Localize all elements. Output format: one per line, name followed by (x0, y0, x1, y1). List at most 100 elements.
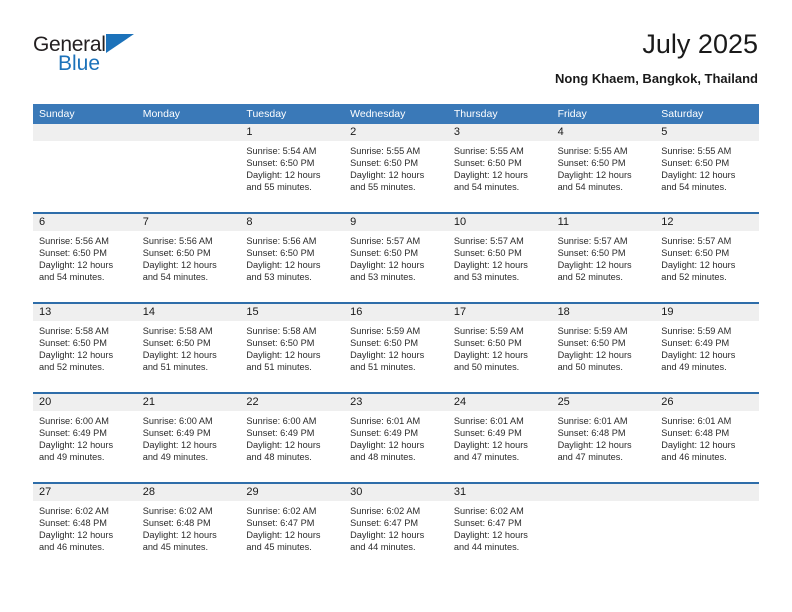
day-cell[interactable]: 22 Sunrise: 6:00 AM Sunset: 6:49 PM Dayligh… (240, 394, 345, 482)
day-number: 19 (661, 306, 674, 318)
day-cell[interactable]: 24 Sunrise: 6:01 AM Sunset: 6:49 PM Dayligh… (447, 394, 552, 482)
day-cell[interactable]: 21 Sunrise: 6:00 AM Sunset: 6:49 PM Dayligh… (136, 394, 241, 482)
day-info-line: Sunrise: 6:02 AM (246, 506, 317, 516)
day-sun-info: Sunrise: 6:00 AM Sunset: 6:49 PM Daylight:… (137, 411, 241, 463)
day-info-line: Sunset: 6:50 PM (557, 158, 626, 169)
day-sun-info: Sunrise: 5:58 AM Sunset: 6:50 PM Daylight:… (137, 321, 241, 373)
day-info-line: Sunset: 6:50 PM (246, 158, 315, 169)
day-info-line: Sunset: 6:49 PM (142, 428, 211, 439)
day-info-line: and 54 minutes. (142, 272, 209, 283)
day-number-band: 26 (655, 394, 759, 411)
day-number-band: 23 (344, 394, 448, 411)
day-info-line: Daylight: 12 hours (557, 170, 632, 181)
day-info-line: Daylight: 12 hours (661, 440, 736, 451)
day-info-line: Sunset: 6:47 PM (453, 518, 522, 529)
day-number: 16 (350, 306, 363, 318)
weekday-header-tuesday: Tuesday (246, 108, 287, 120)
calendar-page: General Blue July 2025 Nong Khaem, Bangk… (0, 0, 792, 612)
day-number: 21 (142, 396, 155, 408)
day-cell-empty (136, 124, 241, 212)
day-number: 20 (39, 396, 52, 408)
day-cell[interactable]: 5 Sunrise: 5:55 AM Sunset: 6:50 PM Daylight… (655, 124, 759, 212)
day-cell[interactable]: 11 Sunrise: 5:57 AM Sunset: 6:50 PM Dayligh… (551, 214, 656, 302)
day-cell[interactable]: 26 Sunrise: 6:01 AM Sunset: 6:48 PM Dayligh… (655, 394, 759, 482)
day-number-band: 30 (344, 484, 448, 501)
day-info-line: Daylight: 12 hours (142, 350, 217, 361)
day-cell[interactable]: 18 Sunrise: 5:59 AM Sunset: 6:50 PM Dayligh… (551, 304, 656, 392)
day-number: 6 (39, 216, 46, 228)
day-cell[interactable]: 31 Sunrise: 6:02 AM Sunset: 6:47 PM Dayligh… (447, 484, 552, 572)
day-cell[interactable]: 1 Sunrise: 5:54 AM Sunset: 6:50 PM Daylight… (240, 124, 345, 212)
calendar-week-row: 6 Sunrise: 5:56 AM Sunset: 6:50 PM Daylight… (33, 214, 759, 302)
day-number-band: 31 (447, 484, 552, 501)
day-number: 3 (453, 126, 460, 138)
day-info-line: Sunrise: 5:55 AM (661, 146, 732, 156)
day-cell[interactable]: 14 Sunrise: 5:58 AM Sunset: 6:50 PM Dayligh… (136, 304, 241, 392)
day-cell[interactable]: 23 Sunrise: 6:01 AM Sunset: 6:49 PM Dayligh… (344, 394, 448, 482)
day-info-line: Sunset: 6:47 PM (350, 518, 419, 529)
day-info-line: Sunrise: 5:58 AM (142, 326, 213, 336)
day-cell[interactable]: 13 Sunrise: 5:58 AM Sunset: 6:50 PM Dayligh… (33, 304, 137, 392)
day-number: 28 (142, 486, 155, 498)
calendar-week-row: 13 Sunrise: 5:58 AM Sunset: 6:50 PM Dayligh… (33, 304, 759, 392)
day-info-line: Daylight: 12 hours (246, 440, 321, 451)
day-number: 9 (350, 216, 357, 228)
day-info-line: Daylight: 12 hours (350, 170, 425, 181)
day-info-line: and 50 minutes. (557, 362, 623, 373)
day-cell[interactable]: 10 Sunrise: 5:57 AM Sunset: 6:50 PM Dayligh… (447, 214, 552, 302)
day-cell[interactable]: 30 Sunrise: 6:02 AM Sunset: 6:47 PM Dayligh… (344, 484, 448, 572)
day-number-band: 12 (655, 214, 759, 231)
day-cell[interactable]: 2 Sunrise: 5:55 AM Sunset: 6:50 PM Daylight… (344, 124, 448, 212)
day-info-line: Sunrise: 5:59 AM (350, 326, 421, 336)
calendar-week-row: 20 Sunrise: 6:00 AM Sunset: 6:49 PM Dayligh… (33, 394, 759, 482)
day-number: 4 (557, 126, 564, 138)
day-cell[interactable]: 17 Sunrise: 5:59 AM Sunset: 6:50 PM Dayligh… (447, 304, 552, 392)
day-sun-info: Sunrise: 5:56 AM Sunset: 6:50 PM Daylight:… (240, 231, 344, 283)
triangle-icon (105, 34, 134, 53)
day-cell[interactable]: 29 Sunrise: 6:02 AM Sunset: 6:47 PM Dayligh… (240, 484, 345, 572)
day-cell[interactable]: 12 Sunrise: 5:57 AM Sunset: 6:50 PM Dayligh… (655, 214, 759, 302)
day-cell[interactable]: 20 Sunrise: 6:00 AM Sunset: 6:49 PM Dayligh… (33, 394, 137, 482)
day-info-line: Sunrise: 6:00 AM (39, 416, 109, 426)
day-number-band (33, 124, 137, 141)
calendar-week: 13 Sunrise: 5:58 AM Sunset: 6:50 PM Dayligh… (33, 302, 759, 392)
day-info-line: Sunset: 6:50 PM (39, 338, 107, 349)
day-info-line: Sunset: 6:49 PM (350, 428, 419, 439)
day-number: 12 (661, 216, 674, 228)
day-number-band: 29 (240, 484, 345, 501)
day-cell[interactable]: 8 Sunrise: 5:56 AM Sunset: 6:50 PM Daylight… (240, 214, 345, 302)
day-number: 5 (661, 126, 668, 138)
day-number-band: 6 (33, 214, 137, 231)
day-info-line: Daylight: 12 hours (453, 440, 528, 451)
day-sun-info: Sunrise: 6:01 AM Sunset: 6:49 PM Daylight:… (448, 411, 552, 463)
day-info-line: Daylight: 12 hours (39, 350, 114, 361)
day-cell[interactable]: 25 Sunrise: 6:01 AM Sunset: 6:48 PM Dayligh… (551, 394, 656, 482)
day-info-line: Sunset: 6:50 PM (350, 338, 419, 349)
day-info-line: Sunset: 6:50 PM (350, 248, 419, 259)
day-info-line: Daylight: 12 hours (557, 350, 632, 361)
day-info-line: Daylight: 12 hours (557, 260, 632, 271)
day-cell[interactable]: 28 Sunrise: 6:02 AM Sunset: 6:48 PM Dayligh… (136, 484, 241, 572)
day-cell[interactable]: 9 Sunrise: 5:57 AM Sunset: 6:50 PM Daylight… (344, 214, 448, 302)
title-block: July 2025 Nong Khaem, Bangkok, Thailand (555, 28, 758, 88)
day-info-line: Sunset: 6:49 PM (661, 338, 730, 349)
day-cell[interactable]: 16 Sunrise: 5:59 AM Sunset: 6:50 PM Dayligh… (344, 304, 448, 392)
day-info-line: Daylight: 12 hours (557, 440, 632, 451)
day-info-line: Daylight: 12 hours (142, 530, 217, 541)
day-info-line: Daylight: 12 hours (246, 170, 321, 181)
day-cell[interactable]: 19 Sunrise: 5:59 AM Sunset: 6:49 PM Dayligh… (655, 304, 759, 392)
day-cell[interactable]: 3 Sunrise: 5:55 AM Sunset: 6:50 PM Daylight… (447, 124, 552, 212)
day-cell[interactable]: 27 Sunrise: 6:02 AM Sunset: 6:48 PM Dayligh… (33, 484, 137, 572)
day-cell[interactable]: 4 Sunrise: 5:55 AM Sunset: 6:50 PM Daylight… (551, 124, 656, 212)
day-cell[interactable]: 7 Sunrise: 5:56 AM Sunset: 6:50 PM Daylight… (136, 214, 241, 302)
day-info-line: Daylight: 12 hours (142, 260, 217, 271)
day-info-line: and 54 minutes. (661, 182, 727, 193)
page-title: July 2025 (642, 29, 758, 59)
day-cell[interactable]: 6 Sunrise: 5:56 AM Sunset: 6:50 PM Daylight… (33, 214, 137, 302)
day-info-line: Sunset: 6:50 PM (453, 248, 522, 259)
day-info-line: and 53 minutes. (453, 272, 520, 283)
day-sun-info: Sunrise: 6:02 AM Sunset: 6:48 PM Daylight:… (137, 501, 241, 553)
day-sun-info: Sunrise: 5:57 AM Sunset: 6:50 PM Daylight:… (448, 231, 552, 283)
day-cell[interactable]: 15 Sunrise: 5:58 AM Sunset: 6:50 PM Dayligh… (240, 304, 345, 392)
day-info-line: Sunset: 6:50 PM (350, 158, 419, 169)
